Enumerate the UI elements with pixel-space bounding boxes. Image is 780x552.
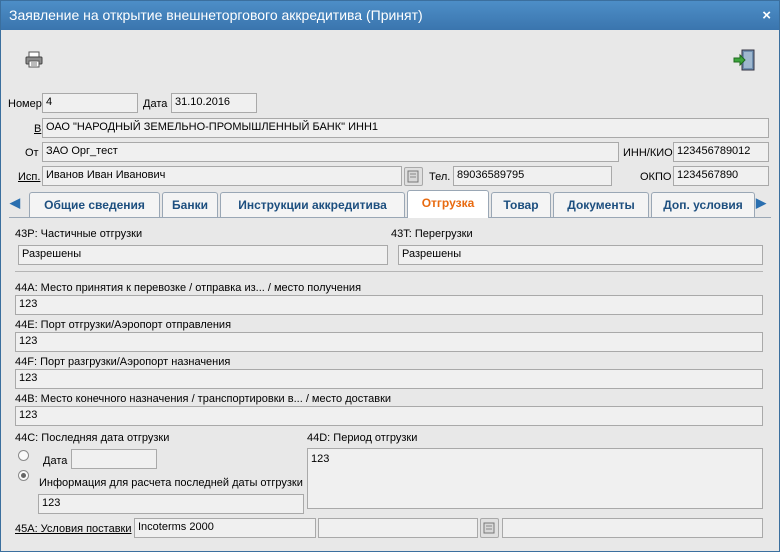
title-bar: Заявление на открытие внешнеторгового ак… — [1, 1, 779, 30]
okpo-field[interactable]: 1234567890 — [673, 166, 769, 186]
divider — [15, 271, 763, 272]
field-44e-input[interactable]: 123 — [15, 332, 763, 352]
partial-shipments-label: 43P: Частичные отгрузки — [15, 228, 143, 240]
transshipment-label: 43T: Перегрузки — [391, 228, 473, 240]
field-45a-picker-button[interactable] — [480, 518, 499, 538]
inn-field[interactable]: 123456789012 — [673, 142, 769, 162]
tab-additional[interactable]: Доп. условия — [651, 192, 755, 217]
dialog-window: Заявление на открытие внешнеторгового ак… — [0, 0, 780, 552]
bank-field[interactable]: ОАО "НАРОДНЫЙ ЗЕМЕЛЬНО-ПРОМЫШЛЕННЫЙ БАНК… — [42, 118, 769, 138]
field-44a-label: 44A: Место принятия к перевозке / отправ… — [15, 282, 362, 294]
partial-shipments-field[interactable]: Разрешены — [18, 245, 388, 265]
exit-icon[interactable] — [733, 49, 757, 71]
field-44a-input[interactable]: 123 — [15, 295, 763, 315]
field-45a-label[interactable]: 45A: Условия поставки — [15, 523, 132, 535]
info-option-radio[interactable] — [18, 470, 29, 481]
okpo-label: ОКПО — [640, 171, 672, 183]
inn-label: ИНН/КИО — [623, 147, 673, 159]
date-option-label: Дата — [43, 455, 68, 467]
tab-documents[interactable]: Документы — [553, 192, 649, 217]
tab-strip: ◀ Общие сведения Банки Инструкции аккред… — [9, 190, 769, 218]
book-icon — [407, 170, 419, 183]
transshipment-field[interactable]: Разрешены — [398, 245, 763, 265]
tab-general[interactable]: Общие сведения — [29, 192, 160, 217]
phone-field[interactable]: 89036589795 — [453, 166, 612, 186]
info-option-label: Информация для расчета последней даты от… — [39, 477, 303, 489]
tab-shipment[interactable]: Отгрузка — [407, 190, 489, 218]
field-44b-input[interactable]: 123 — [15, 406, 763, 426]
executor-picker-button[interactable] — [404, 167, 423, 186]
number-label: Номер — [8, 98, 42, 110]
from-label: От — [25, 147, 39, 159]
date-label: Дата — [143, 98, 168, 110]
field-45a-description-input[interactable] — [502, 518, 763, 538]
tab-goods[interactable]: Товар — [491, 192, 551, 217]
from-field[interactable]: ЗАО Орг_тест — [42, 142, 619, 162]
field-44d-textarea[interactable]: 123 — [307, 448, 763, 509]
tab-instructions[interactable]: Инструкции аккредитива — [220, 192, 405, 217]
field-44f-input[interactable]: 123 — [15, 369, 763, 389]
phone-label: Тел. — [429, 171, 451, 183]
print-icon[interactable] — [25, 51, 43, 68]
number-field[interactable]: 4 — [42, 93, 138, 113]
field-44b-label: 44B: Место конечного назначения / трансп… — [15, 393, 392, 405]
field-44d-label: 44D: Период отгрузки — [307, 432, 418, 444]
field-44f-label: 44F: Порт разгрузки/Аэропорт назначения — [15, 356, 231, 368]
close-icon[interactable]: × — [762, 1, 771, 30]
info-option-field[interactable]: 123 — [38, 494, 304, 514]
book-icon — [483, 522, 495, 534]
tab-banks[interactable]: Банки — [162, 192, 218, 217]
date-field[interactable]: 31.10.2016 — [171, 93, 257, 113]
bank-label[interactable]: В — [34, 123, 41, 135]
field-45a-input[interactable]: Incoterms 2000 — [134, 518, 316, 538]
field-45a-extra-input[interactable] — [318, 518, 478, 538]
executor-label[interactable]: Исп. — [18, 171, 40, 183]
executor-field[interactable]: Иванов Иван Иванович — [42, 166, 402, 186]
date-option-field[interactable] — [71, 449, 157, 469]
tab-scroll-left-icon[interactable]: ◀ — [9, 194, 21, 212]
date-option-radio[interactable] — [18, 450, 29, 461]
field-44c-label: 44C: Последняя дата отгрузки — [15, 432, 170, 444]
tab-scroll-right-icon[interactable]: ▶ — [755, 194, 767, 212]
field-44e-label: 44E: Порт отгрузки/Аэропорт отправления — [15, 319, 232, 331]
window-title: Заявление на открытие внешнеторгового ак… — [9, 7, 423, 23]
